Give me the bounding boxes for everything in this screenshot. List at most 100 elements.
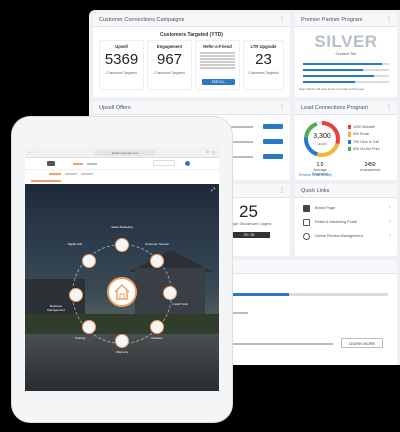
quick-link-brand[interactable]: Brand Page › — [303, 204, 393, 214]
enroll-button[interactable]: ENROLL — [202, 79, 235, 85]
offer-row — [223, 138, 283, 148]
quick-link-label: Retail & Marketing Portal — [315, 220, 357, 224]
ltr-upgrade-metric[interactable]: LTR Upgrade 23 Customers Targeted — [243, 40, 284, 90]
kebab-menu-icon[interactable]: ⋮ — [386, 104, 392, 111]
progress-bar — [303, 81, 389, 83]
upsell-header: Upsell Offers ⋮ — [93, 101, 290, 115]
legend-item: 600 Via the Print — [348, 146, 394, 152]
offer-button[interactable] — [263, 154, 283, 159]
search-field[interactable] — [153, 160, 175, 166]
nav-item-active[interactable] — [73, 163, 83, 165]
gauge-label: LEADS — [317, 142, 327, 146]
metric-label: LTR Upgrade — [250, 44, 277, 49]
campaigns-subtitle: Customers Targeted (YTD) — [160, 32, 223, 38]
metric-value: 5369 — [104, 51, 139, 68]
bottom-text-line — [223, 343, 333, 345]
offer-button[interactable] — [263, 124, 283, 129]
node-label: Install Tools — [172, 302, 188, 306]
nav-item[interactable] — [87, 163, 97, 165]
chevron-right-icon: › — [389, 233, 391, 239]
offer-row — [223, 153, 283, 163]
bottom-progress — [223, 293, 388, 296]
quick-links-card: Quick Links Brand Page › Retail & Market… — [295, 184, 397, 256]
node-label: Business Management — [47, 304, 65, 312]
stat-unanswered-label: Unanswered — [359, 168, 381, 172]
brand-icon — [303, 205, 310, 212]
forward-icon[interactable]: › — [34, 150, 35, 154]
url-bar[interactable]: dealer.example.com — [95, 150, 155, 156]
partner-header: Premier Partner Program ⋮ — [295, 13, 397, 27]
node-label: Digital Hub — [67, 242, 83, 246]
chevron-right-icon: › — [389, 219, 391, 225]
refer-description — [200, 52, 235, 69]
legend-item: 800 Email — [348, 132, 394, 137]
partner-card: Premier Partner Program ⋮ SILVER Current… — [295, 13, 397, 97]
sub-nav — [25, 170, 219, 178]
engagement-metric[interactable]: Engagement 967 Customers Targeted — [147, 40, 192, 90]
campaigns-title: Customer Connections Campaigns — [99, 17, 185, 23]
offer-button[interactable] — [263, 139, 283, 144]
sales-marketing-icon[interactable] — [115, 238, 129, 252]
kebab-menu-icon[interactable]: ⋮ — [279, 16, 285, 23]
learn-more-button[interactable]: LEARN MORE — [341, 338, 383, 348]
training-icon[interactable] — [82, 320, 96, 334]
upsell-title: Upsell Offers — [99, 105, 131, 111]
offer-row — [223, 123, 283, 133]
node-label: Training — [74, 336, 86, 340]
lead-legend: 1200 Website 800 Email 700 Click to Call… — [348, 125, 394, 152]
metric-label: Engagement — [156, 44, 183, 49]
portal-icon — [303, 219, 310, 226]
kebab-menu-icon[interactable]: ⋮ — [386, 16, 392, 23]
campaigns-card: Customer Connections Campaigns ⋮ Custome… — [93, 13, 290, 97]
metric-label: Upsell — [115, 44, 128, 49]
warranty-icon[interactable] — [115, 334, 129, 348]
site-header — [25, 158, 219, 170]
quick-link-portal[interactable]: Retail & Marketing Portal › — [303, 218, 393, 228]
metric-sub: Customers Targeted — [154, 71, 185, 75]
browser-bar: ‹ › dealer.example.com ⇪ ▢ — [25, 148, 219, 158]
metric-sub: Customers Targeted — [106, 71, 137, 75]
campaigns-header: Customer Connections Campaigns ⋮ — [93, 13, 290, 27]
progress-bar — [303, 69, 389, 71]
node-label: Rebates — [151, 336, 163, 340]
share-icon[interactable]: ⇪ — [206, 150, 209, 154]
tablet-screen: ‹ › dealer.example.com ⇪ ▢ ⤢ Sales Marke… — [25, 148, 219, 391]
site-logo[interactable] — [47, 161, 55, 166]
kebab-menu-icon[interactable]: ⋮ — [279, 104, 285, 111]
home-icon[interactable] — [107, 277, 137, 307]
tier-name: SILVER — [314, 32, 378, 51]
upsell-metric[interactable]: Upsell 5369 Customers Targeted — [99, 40, 144, 90]
lead-title: Lead Connections Program — [301, 105, 368, 111]
subnav-item-active[interactable] — [49, 173, 61, 175]
partner-title: Premier Partner Program — [301, 17, 363, 23]
metric-value: 23 — [255, 51, 272, 68]
refer-label: Refer-a-Friend — [203, 44, 232, 49]
back-icon[interactable]: ‹ — [29, 150, 30, 154]
subnav-item[interactable] — [65, 173, 77, 175]
lead-card: Lead Connections Program ⋮ 3,300 LEADS 1… — [295, 101, 397, 180]
subnav-item[interactable] — [81, 173, 93, 175]
install-tools-icon[interactable] — [163, 286, 177, 300]
tier-sub: Current Tier — [335, 51, 357, 56]
user-avatar[interactable] — [185, 161, 190, 166]
review-lead-link[interactable]: Review Lead Activity — [299, 173, 332, 177]
review-icon — [303, 233, 310, 240]
refer-friend-card: Refer-a-Friend ENROLL — [195, 40, 240, 90]
customer-service-icon[interactable] — [150, 254, 164, 268]
quick-links-header: Quick Links — [295, 184, 397, 198]
tabs-icon[interactable]: ▢ — [212, 150, 215, 154]
quick-link-reviews[interactable]: Online Review Management › — [303, 232, 393, 242]
logins-ratio: 25 / 30 — [243, 233, 255, 237]
progress-bar — [303, 75, 389, 77]
kebab-menu-icon[interactable]: ⋮ — [279, 187, 285, 194]
rebates-icon[interactable] — [150, 320, 164, 334]
progress-bar — [303, 63, 389, 65]
legend-item: 700 Click to Call — [348, 139, 394, 144]
node-label: Customer Service — [145, 242, 169, 246]
gauge-value: 3,300 — [313, 133, 331, 140]
digital-hub-icon[interactable] — [82, 254, 96, 268]
node-label: Sales Marketing — [111, 225, 133, 229]
quick-link-label: Online Review Management — [315, 234, 363, 238]
business-management-icon[interactable] — [69, 288, 83, 302]
legend-item: 1200 Website — [348, 125, 394, 130]
